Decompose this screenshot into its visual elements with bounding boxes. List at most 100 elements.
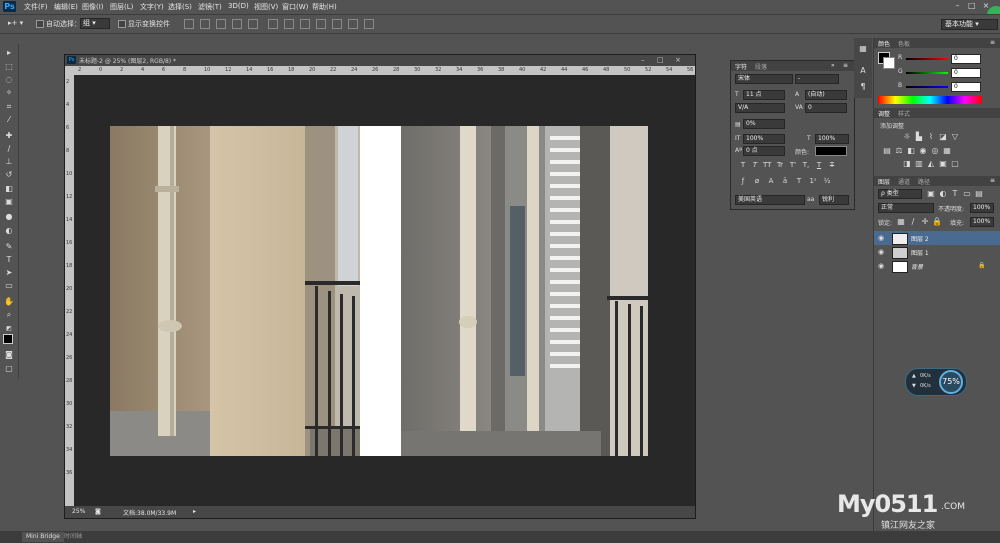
superscript-button[interactable]: T'	[789, 161, 797, 169]
doc-maximize-button[interactable]: □	[657, 56, 664, 64]
tab-color[interactable]: 颜色	[878, 39, 890, 48]
default-colors-icon[interactable]: ◩	[4, 324, 14, 333]
align-hcenter-icon[interactable]	[248, 19, 258, 29]
zoom-level[interactable]: 25%	[72, 508, 85, 515]
titling-icon[interactable]: T	[795, 177, 803, 185]
shape-tool-icon[interactable]: ▭	[4, 281, 14, 290]
visibility-eye-icon[interactable]: ◉	[878, 234, 884, 242]
color-balance-icon[interactable]: ⚖	[894, 146, 904, 155]
history-panel-icon[interactable]: ▦	[858, 44, 868, 53]
lock-transparency-icon[interactable]: ▦	[896, 217, 906, 226]
menu-3d[interactable]: 3D(D)	[228, 2, 249, 10]
menu-window[interactable]: 窗口(W)	[282, 2, 308, 12]
fraction-icon[interactable]: ½	[823, 177, 831, 185]
clone-stamp-icon[interactable]: ⊥	[4, 157, 14, 166]
menu-image[interactable]: 图像(I)	[82, 2, 104, 12]
ligature-icon[interactable]: ƒ	[739, 177, 747, 185]
filter-adjust-icon[interactable]: ◐	[938, 189, 948, 198]
color-lookup-icon[interactable]: ▦	[942, 146, 952, 155]
network-speed-widget[interactable]: ▲ 0K/s ▼ 0K/s 75%	[905, 368, 967, 396]
channel-mixer-icon[interactable]: ◎	[930, 146, 940, 155]
curves-icon[interactable]: ⌇	[926, 132, 936, 141]
tab-paragraph[interactable]: 段落	[755, 62, 767, 71]
maximize-button[interactable]: □	[966, 1, 978, 11]
filter-shape-icon[interactable]: ▭	[962, 189, 972, 198]
lock-all-icon[interactable]: 🔒	[932, 217, 942, 226]
horizontal-scale-field[interactable]: 100%	[815, 134, 849, 144]
strikethrough-button[interactable]: T	[828, 161, 836, 169]
layer-row-layer2[interactable]: ◉ 图层 2	[874, 231, 1000, 245]
gradient-map-icon[interactable]: ▢	[950, 159, 960, 168]
color-panel-menu-icon[interactable]: ≡	[990, 39, 995, 46]
auto-select-checkbox[interactable]	[36, 20, 44, 28]
distribute-bottom-icon[interactable]	[300, 19, 310, 29]
font-size-field[interactable]: 11 点	[743, 90, 785, 100]
dodge-tool-icon[interactable]: ◐	[4, 226, 14, 235]
align-bottom-icon[interactable]	[216, 19, 226, 29]
small-caps-button[interactable]: Tr	[776, 161, 784, 169]
tracking-field[interactable]: 0	[805, 103, 847, 113]
tab-styles[interactable]: 样式	[898, 109, 910, 118]
visibility-eye-icon[interactable]: ◉	[878, 262, 884, 270]
vertical-ruler[interactable]: 2 4 6 8 10 12 14 16 18 20 22 24 26 28 30 32 34 36	[65, 75, 74, 506]
status-menu-arrow-icon[interactable]: ▸	[193, 508, 196, 515]
kerning-field[interactable]: V/A	[735, 103, 785, 113]
layer-filter-select[interactable]: ρ 类型	[878, 189, 922, 199]
menu-layer[interactable]: 图层(L)	[110, 2, 133, 12]
color-background-swatch[interactable]	[883, 57, 895, 69]
zoom-tool-icon[interactable]: ⌕	[4, 310, 14, 319]
tsume-field[interactable]: 0%	[743, 119, 785, 129]
visibility-eye-icon[interactable]: ◉	[878, 248, 884, 256]
distribute-left-icon[interactable]	[316, 19, 326, 29]
threshold-icon[interactable]: ◭	[926, 159, 936, 168]
tab-paths[interactable]: 路径	[918, 177, 930, 186]
eraser-tool-icon[interactable]: ◧	[4, 184, 14, 193]
menu-filter[interactable]: 滤镜(T)	[198, 2, 222, 12]
red-slider[interactable]	[906, 58, 948, 60]
workspace-dropdown[interactable]: 基本功能 ▾	[941, 19, 998, 30]
menu-type[interactable]: 文字(Y)	[140, 2, 164, 12]
menu-view[interactable]: 视图(V)	[254, 2, 278, 12]
menu-file[interactable]: 文件(F)	[24, 2, 48, 12]
move-tool-icon[interactable]: ▸+ ▾	[8, 19, 23, 27]
history-brush-icon[interactable]: ↺	[4, 170, 14, 179]
red-value[interactable]: 0	[951, 54, 981, 64]
horizontal-ruler[interactable]: 2 0 2 4 6 8 10 12 14 16 18 20 22 24 26 28 30 32 34 36 38 40 42…	[74, 66, 695, 75]
hand-tool-icon[interactable]: ✋	[4, 297, 14, 306]
blue-slider[interactable]	[906, 86, 948, 88]
tab-timeline[interactable]: 时间轴	[60, 532, 86, 542]
tab-adjustments[interactable]: 调整	[878, 109, 890, 118]
font-style-select[interactable]: -	[795, 74, 839, 84]
doc-minimize-button[interactable]: –	[641, 56, 645, 64]
antialias-select[interactable]: 锐利	[819, 195, 849, 205]
blue-value[interactable]: 0	[951, 82, 981, 92]
color-spectrum-bar[interactable]	[878, 96, 982, 104]
blend-mode-select[interactable]: 正常	[878, 203, 934, 213]
align-top-icon[interactable]	[184, 19, 194, 29]
distribute-right-icon[interactable]	[348, 19, 358, 29]
photo-filter-icon[interactable]: ◉	[918, 146, 928, 155]
vibrance-icon[interactable]: ▽	[950, 132, 960, 141]
hue-icon[interactable]: ▤	[882, 146, 892, 155]
swash-icon[interactable]: A	[767, 177, 775, 185]
menu-edit[interactable]: 编辑(E)	[54, 2, 78, 12]
lock-pixels-icon[interactable]: ∕	[908, 217, 918, 226]
levels-icon[interactable]: ▙	[914, 132, 924, 141]
ordinal-icon[interactable]: 1ˢ	[809, 177, 817, 185]
crop-tool-icon[interactable]: ⌗	[4, 102, 14, 111]
document-image[interactable]	[110, 126, 648, 456]
filter-type-icon[interactable]: T	[950, 189, 960, 198]
fill-field[interactable]: 100%	[970, 217, 994, 227]
invert-icon[interactable]: ◨	[902, 159, 912, 168]
old-style-icon[interactable]: ø	[753, 177, 761, 185]
posterize-icon[interactable]: ▥	[914, 159, 924, 168]
quick-mask-icon[interactable]: ◙	[4, 350, 14, 359]
layer-row-background[interactable]: ◉ 背景 🔒	[874, 259, 1000, 273]
selective-color-icon[interactable]: ▣	[938, 159, 948, 168]
move-tool-icon[interactable]: ▸	[4, 48, 14, 57]
healing-brush-icon[interactable]: ✚	[4, 131, 14, 140]
tab-mini-bridge[interactable]: Mini Bridge	[22, 532, 64, 542]
minimize-button[interactable]: –	[952, 1, 964, 11]
font-family-select[interactable]: 宋体	[735, 74, 793, 84]
distribute-hcenter-icon[interactable]	[332, 19, 342, 29]
